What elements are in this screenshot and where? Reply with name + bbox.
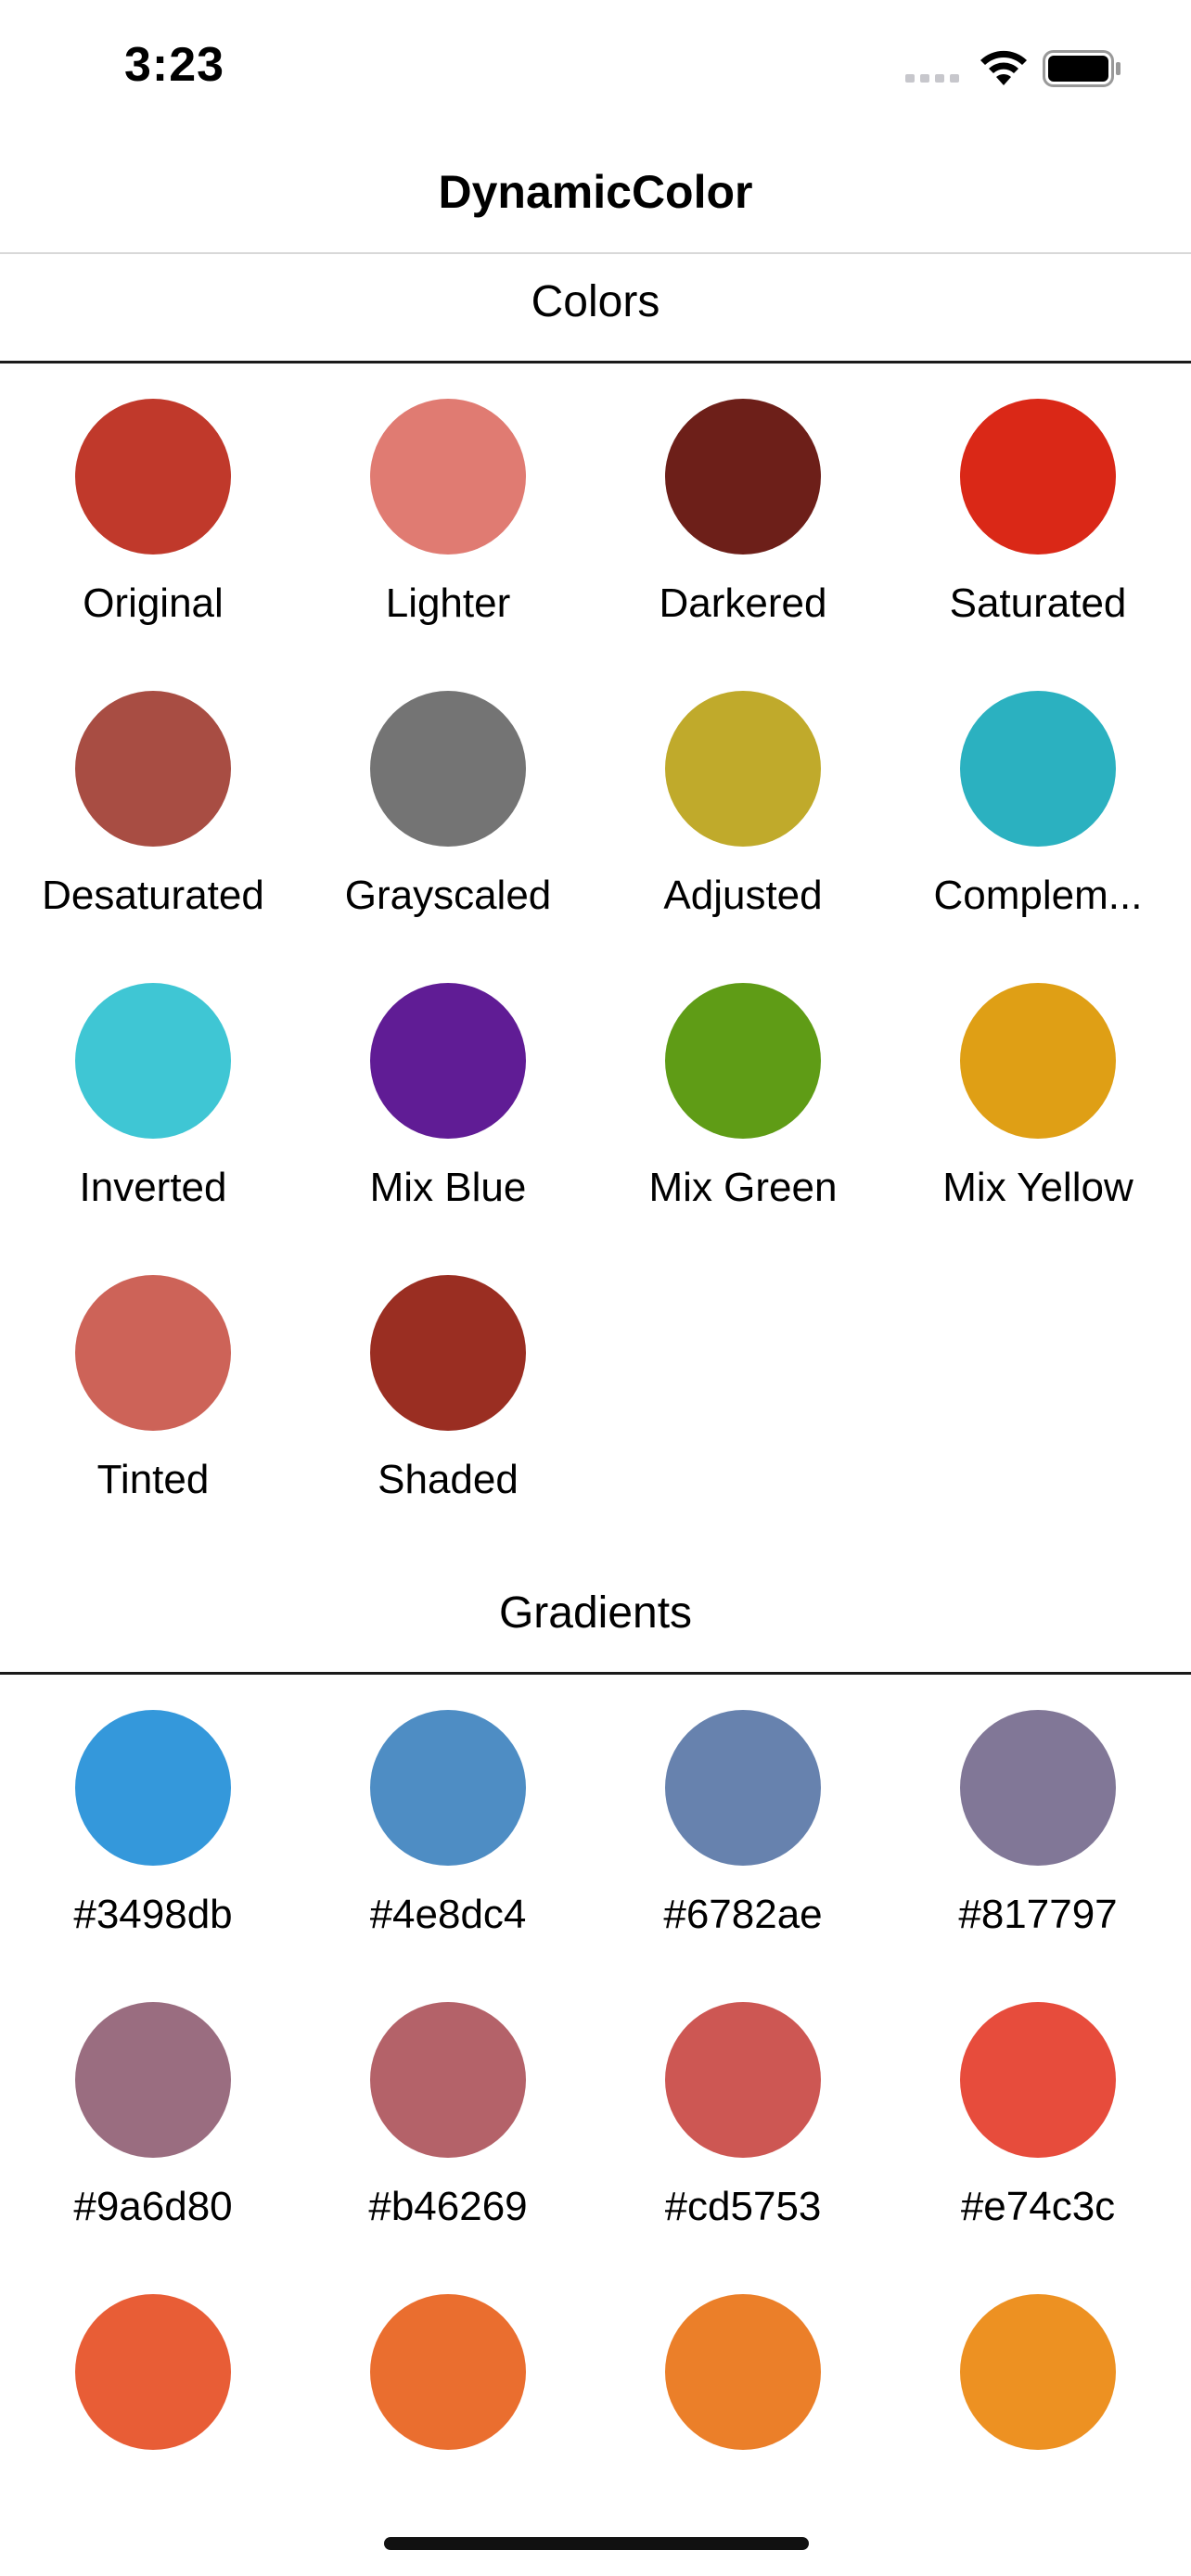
color-cell[interactable]: Original xyxy=(6,399,301,691)
status-bar: 3:23 xyxy=(0,0,1191,130)
color-swatch xyxy=(75,399,231,555)
color-label: Tinted xyxy=(96,1457,210,1502)
color-label: Grayscaled xyxy=(344,873,552,918)
color-cell[interactable]: Complem... xyxy=(890,691,1185,983)
battery-icon xyxy=(1043,50,1121,87)
color-swatch xyxy=(370,983,526,1139)
color-label: Original xyxy=(83,580,224,626)
color-label: Mix Green xyxy=(648,1165,838,1210)
color-swatch xyxy=(960,691,1116,847)
color-swatch xyxy=(960,2002,1116,2158)
color-swatch xyxy=(75,2002,231,2158)
color-label: #b46269 xyxy=(368,2184,528,2229)
color-swatch xyxy=(370,2294,526,2450)
color-label: Shaded xyxy=(378,1457,519,1502)
page-title: DynamicColor xyxy=(438,166,753,218)
gradient-cell[interactable]: #9a6d80 xyxy=(6,2002,301,2294)
gradient-cell[interactable]: #b46269 xyxy=(301,2002,596,2294)
color-swatch xyxy=(370,399,526,555)
color-label: Darkered xyxy=(659,580,827,626)
color-cell[interactable]: Mix Green xyxy=(596,983,890,1275)
color-swatch xyxy=(370,2002,526,2158)
section-header-colors: Colors xyxy=(0,256,1191,363)
color-cell[interactable]: Tinted xyxy=(6,1275,301,1567)
gradients-grid: #3498db #4e8dc4 #6782ae #817797 #9a6d80 #b462… xyxy=(0,1675,1191,2474)
color-cell[interactable]: Mix Yellow xyxy=(890,983,1185,1275)
home-indicator[interactable] xyxy=(384,2537,809,2550)
gradient-cell[interactable]: #817797 xyxy=(890,1710,1185,2002)
color-label: #9a6d80 xyxy=(73,2184,233,2229)
color-label: Mix Yellow xyxy=(942,1165,1133,1210)
color-cell[interactable]: Darkered xyxy=(596,399,890,691)
color-label: Lighter xyxy=(385,580,511,626)
section-title: Colors xyxy=(531,277,660,326)
navigation-bar: DynamicColor xyxy=(0,130,1191,254)
color-swatch xyxy=(665,983,821,1139)
section-header-gradients: Gradients xyxy=(0,1567,1191,1675)
color-swatch xyxy=(75,691,231,847)
color-cell[interactable]: Saturated xyxy=(890,399,1185,691)
color-label: #6782ae xyxy=(663,1892,823,1937)
gradient-cell[interactable]: #4e8dc4 xyxy=(301,1710,596,2002)
section-title: Gradients xyxy=(498,1588,693,1638)
color-swatch xyxy=(370,1710,526,1866)
color-swatch xyxy=(75,1710,231,1866)
color-swatch xyxy=(665,2002,821,2158)
color-label: Inverted xyxy=(79,1165,227,1210)
gradient-cell[interactable]: #cd5753 xyxy=(596,2002,890,2294)
color-cell[interactable]: Lighter xyxy=(301,399,596,691)
color-label: #cd5753 xyxy=(664,2184,822,2229)
color-swatch xyxy=(960,983,1116,1139)
status-time: 3:23 xyxy=(124,38,225,92)
color-label: Desaturated xyxy=(42,873,264,918)
color-cell[interactable]: Adjusted xyxy=(596,691,890,983)
wifi-icon xyxy=(980,50,1027,85)
color-swatch xyxy=(665,399,821,555)
color-swatch xyxy=(665,1710,821,1866)
color-swatch xyxy=(665,691,821,847)
color-swatch xyxy=(75,983,231,1139)
color-label: Saturated xyxy=(949,580,1127,626)
color-swatch xyxy=(665,2294,821,2450)
color-label: #e74c3c xyxy=(960,2184,1116,2229)
color-label: Mix Blue xyxy=(369,1165,527,1210)
color-swatch xyxy=(960,1710,1116,1866)
color-label: Complem... xyxy=(933,873,1143,918)
color-label: Adjusted xyxy=(663,873,823,918)
gradient-cell[interactable]: #e74c3c xyxy=(890,2002,1185,2294)
gradient-cell[interactable]: #ed9122 xyxy=(890,2294,1185,2474)
color-label: #3498db xyxy=(73,1892,233,1937)
color-label: #4e8dc4 xyxy=(369,1892,527,1937)
gradient-cell[interactable]: #e85d36 xyxy=(6,2294,301,2474)
gradient-cell[interactable]: #3498db xyxy=(6,1710,301,2002)
color-swatch xyxy=(960,399,1116,555)
colors-grid: Original Lighter Darkered Saturated Desatura… xyxy=(0,363,1191,1567)
color-swatch xyxy=(960,2294,1116,2450)
color-swatch xyxy=(75,1275,231,1431)
collection-view[interactable]: Colors Original Lighter Darkered Saturated D… xyxy=(0,256,1191,2474)
cellular-signal-icon xyxy=(905,74,959,83)
gradient-cell[interactable]: #eb7f29 xyxy=(596,2294,890,2474)
color-cell[interactable]: Shaded xyxy=(301,1275,596,1567)
gradient-cell[interactable]: #ea6e2f xyxy=(301,2294,596,2474)
color-cell[interactable]: Inverted xyxy=(6,983,301,1275)
color-cell[interactable]: Desaturated xyxy=(6,691,301,983)
color-cell[interactable]: Mix Blue xyxy=(301,983,596,1275)
color-label: #817797 xyxy=(958,1892,1118,1937)
color-cell[interactable]: Grayscaled xyxy=(301,691,596,983)
color-swatch xyxy=(370,691,526,847)
color-swatch xyxy=(75,2294,231,2450)
color-swatch xyxy=(370,1275,526,1431)
gradient-cell[interactable]: #6782ae xyxy=(596,1710,890,2002)
